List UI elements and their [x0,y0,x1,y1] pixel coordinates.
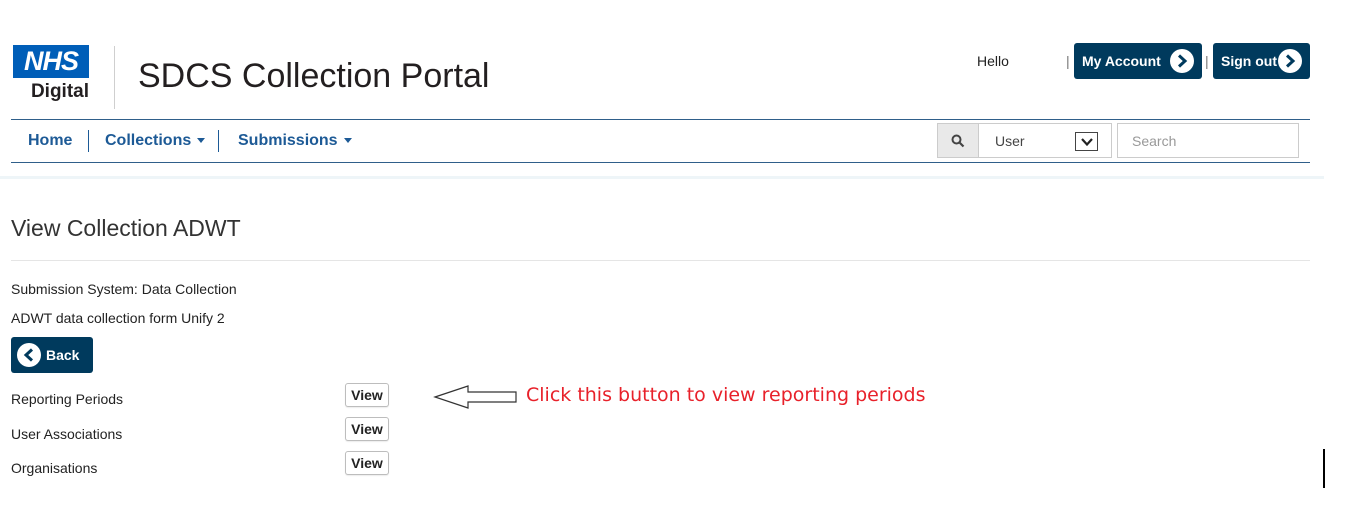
header-decorative-strip [0,176,1324,179]
user-associations-label: User Associations [11,426,123,442]
logo-nhs-text: NHS [13,45,89,78]
view-reporting-periods-button[interactable]: View [345,383,389,407]
header-separator: | [1066,53,1070,69]
search-icon [951,134,965,147]
nav-collections-label: Collections [105,132,192,149]
back-label: Back [46,347,80,363]
submission-system-text: Submission System: Data Collection [11,281,237,297]
nav-collections[interactable]: Collections [105,132,206,150]
search-input[interactable]: Search [1117,123,1299,158]
reporting-periods-label: Reporting Periods [11,391,124,407]
annotation-text: Click this button to view reporting peri… [526,384,926,406]
nav-divider [218,130,219,152]
search-type-value: User [995,133,1025,149]
caret-down-icon [197,138,206,144]
nav-top-border [11,119,1310,120]
search-icon-button[interactable] [937,123,979,158]
page-title: View Collection ADWT [11,215,241,241]
back-button[interactable]: Back [11,337,93,373]
annotation-arrow-icon [433,385,517,409]
sign-out-label: Sign out [1221,53,1277,69]
caret-down-icon [343,138,352,144]
search-group: User Search [937,123,1299,158]
nhs-digital-logo[interactable]: NHS Digital [13,45,93,107]
nav-bottom-border [11,162,1310,163]
sign-out-button[interactable]: Sign out [1213,43,1310,79]
view-organisations-button[interactable]: View [345,451,389,475]
title-divider [11,260,1310,261]
chevron-right-icon [1278,49,1302,73]
greeting: Hello [977,53,1009,69]
view-user-associations-button[interactable]: View [345,417,389,441]
nav-submissions[interactable]: Submissions [238,132,352,150]
nav-submissions-label: Submissions [238,132,338,149]
organisations-label: Organisations [11,460,98,476]
my-account-label: My Account [1082,53,1161,69]
my-account-button[interactable]: My Account [1074,43,1202,79]
nav-home[interactable]: Home [28,132,72,150]
portal-title: SDCS Collection Portal [138,57,490,95]
search-type-select[interactable]: User [979,123,1112,158]
form-name-text: ADWT data collection form Unify 2 [11,310,225,326]
logo-digital-text: Digital [30,81,89,102]
text-cursor [1323,449,1325,488]
chevron-down-icon[interactable] [1075,132,1098,151]
chevron-right-icon [1170,49,1194,73]
nav-divider [88,130,89,152]
chevron-left-icon [17,343,41,367]
header-separator: | [1205,53,1209,69]
logo-divider [114,46,115,109]
